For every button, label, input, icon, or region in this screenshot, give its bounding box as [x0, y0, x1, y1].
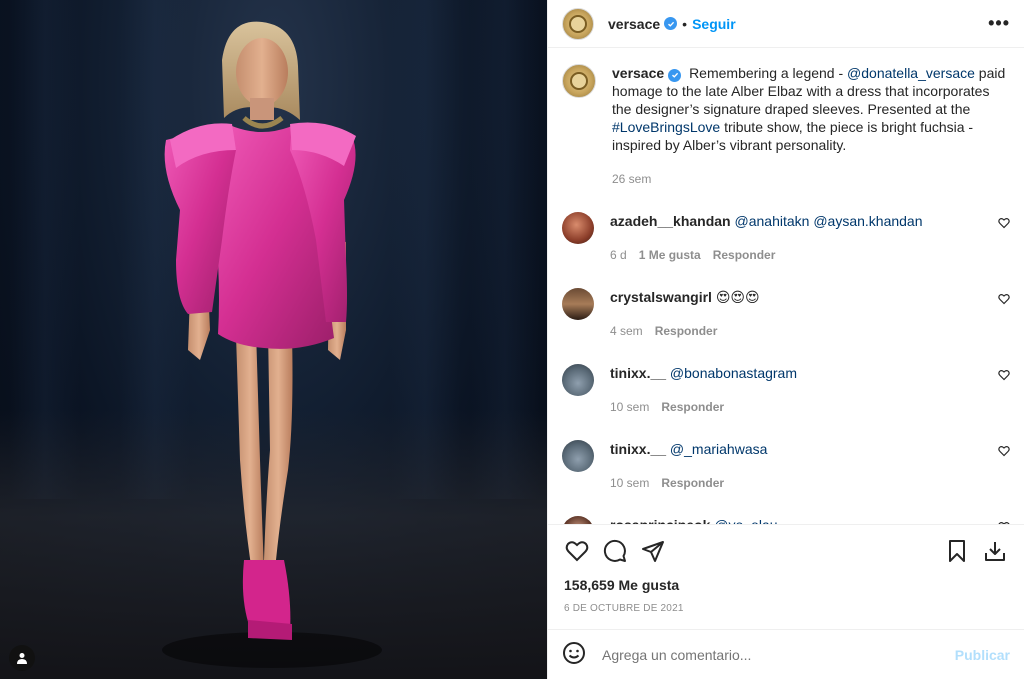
comment-likes[interactable]: 1 Me gusta	[639, 248, 701, 262]
comment-username[interactable]: crystalswangirl	[610, 289, 712, 305]
comment-text[interactable]: @bonabonastagram	[670, 365, 797, 381]
comment-item: tinixx.__ @_mariahwasa 10 sem Responder	[562, 440, 1010, 492]
comment-icon[interactable]	[596, 536, 634, 566]
heart-icon[interactable]	[558, 536, 596, 566]
comment-text: 😍😍😍	[715, 289, 760, 305]
comment-text[interactable]: @anahitakn @aysan.khandan	[735, 213, 923, 229]
post-caption: versace Remembering a legend - @donatell…	[562, 64, 1010, 188]
post-date[interactable]: 6 DE OCTUBRE DE 2021	[548, 593, 1024, 629]
reply-button[interactable]: Responder	[713, 248, 776, 262]
comment-username[interactable]: azadeh__khandan	[610, 213, 731, 229]
comment-time[interactable]: 6 d	[610, 248, 627, 262]
paper-plane-icon[interactable]	[634, 536, 672, 566]
comment-time[interactable]: 10 sem	[610, 400, 649, 414]
mention-link[interactable]: @donatella_versace	[847, 65, 975, 81]
more-options-icon[interactable]: •••	[988, 13, 1010, 34]
comment-like-heart-icon[interactable]	[998, 293, 1010, 308]
comment-text[interactable]: @yo_olau	[714, 517, 777, 524]
comment-username[interactable]: tinixx.__	[610, 441, 666, 457]
verified-badge-icon	[668, 68, 682, 82]
comment-time[interactable]: 10 sem	[610, 476, 649, 490]
hashtag-link[interactable]: #LoveBringsLove	[612, 119, 720, 135]
commenter-avatar[interactable]	[562, 440, 594, 472]
comment-like-heart-icon[interactable]	[998, 217, 1010, 232]
commenter-avatar[interactable]	[562, 288, 594, 320]
bookmark-icon[interactable]	[938, 536, 976, 566]
comment-time[interactable]: 4 sem	[610, 324, 643, 338]
publish-button[interactable]: Publicar	[955, 647, 1010, 663]
comment-item: rosaprincipeok @yo_olau	[562, 516, 1010, 524]
comment-username[interactable]: tinixx.__	[610, 365, 666, 381]
comment-like-heart-icon[interactable]	[998, 369, 1010, 384]
user-tag-icon[interactable]	[9, 645, 35, 671]
caption-text: Remembering a legend -	[689, 65, 848, 81]
author-avatar[interactable]	[562, 7, 594, 40]
comment-input[interactable]	[602, 646, 955, 663]
add-comment-bar: Publicar	[548, 629, 1024, 679]
post-modal: versace • Seguir ••• versace Remembering…	[0, 0, 1024, 679]
separator-dot: •	[682, 15, 688, 32]
comment-item: crystalswangirl 😍😍😍 4 sem Responder	[562, 288, 1010, 340]
comment-text[interactable]: @_mariahwasa	[670, 441, 767, 457]
comment-username[interactable]: rosaprincipeok	[610, 517, 710, 524]
follow-button[interactable]: Seguir	[692, 16, 736, 32]
verified-badge-icon	[664, 17, 678, 30]
commenter-avatar[interactable]	[562, 212, 594, 244]
post-header: versace • Seguir •••	[548, 0, 1024, 48]
commenter-avatar[interactable]	[562, 364, 594, 396]
caption-avatar[interactable]	[562, 64, 596, 98]
caption-timestamp[interactable]: 26 sem	[612, 170, 1010, 188]
post-image[interactable]	[0, 0, 547, 679]
action-bar	[548, 525, 1024, 577]
comment-like-heart-icon[interactable]	[998, 445, 1010, 460]
author-name[interactable]: versace	[608, 16, 660, 32]
comment-item: azadeh__khandan @anahitakn @aysan.khanda…	[562, 212, 1010, 264]
model-illustration	[162, 21, 382, 668]
reply-button[interactable]: Responder	[661, 476, 724, 490]
emoji-icon[interactable]	[562, 641, 586, 668]
comment-item: tinixx.__ @bonabonastagram 10 sem Respond…	[562, 364, 1010, 416]
likes-count[interactable]: 158,659 Me gusta	[548, 577, 1024, 593]
comments-list[interactable]: versace Remembering a legend - @donatell…	[548, 48, 1024, 525]
commenter-avatar[interactable]	[562, 516, 594, 524]
reply-button[interactable]: Responder	[655, 324, 718, 338]
caption-body: versace Remembering a legend - @donatell…	[612, 64, 1010, 188]
post-panel: versace • Seguir ••• versace Remembering…	[547, 0, 1024, 679]
caption-username[interactable]: versace	[612, 65, 664, 81]
reply-button[interactable]: Responder	[661, 400, 724, 414]
download-icon[interactable]	[976, 536, 1014, 566]
